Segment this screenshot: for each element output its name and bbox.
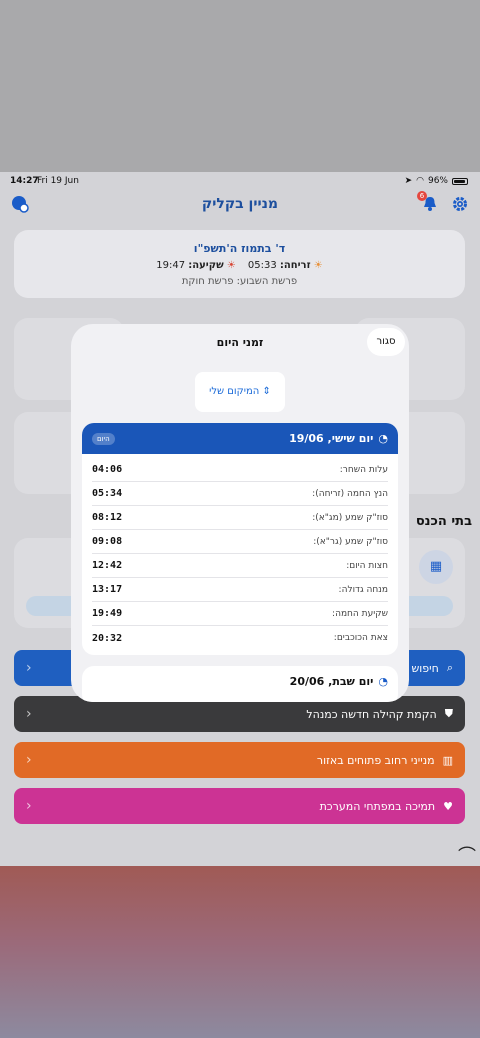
zman-name: חצות היום: [346, 560, 388, 571]
menu-label: חיפוש [411, 661, 439, 675]
notifications-button[interactable]: 6 [417, 191, 440, 214]
sunset-time: 19:47 [156, 260, 186, 271]
wifi-icon: ◠ [416, 176, 424, 186]
status-right: ➤ ◠ 96% [405, 176, 468, 186]
zman-time: 04:06 [92, 464, 123, 475]
map-icon: ▥ [442, 753, 453, 767]
dimmed-backdrop-top [0, 0, 480, 172]
battery-percent: 96% [427, 176, 448, 186]
location-selector[interactable]: המיקום שלי ⇕ [195, 372, 285, 412]
zman-name: שקיעת החמה: [332, 608, 388, 619]
zman-row: 09:08 סוז"ק שמע (גר"א): [92, 530, 388, 554]
chevron-left-icon: ‹ [26, 660, 32, 676]
sunrise-time: 05:33 [247, 260, 277, 271]
location-selector-label: המיקום שלי [209, 386, 260, 397]
scroll-indicator-icon: ⌒ [458, 846, 476, 867]
zman-time: 19:49 [92, 608, 123, 619]
zman-row: 08:12 סוז"ק שמע (מג"א): [92, 506, 388, 530]
menu-label: הקמת קהילה חדשה כמנהל [306, 707, 437, 721]
zman-row: 12:42 חצות היום: [92, 554, 388, 578]
zman-time: 13:17 [92, 584, 123, 595]
sunrise: ☀ זריחה: 05:33 [248, 260, 323, 271]
search-icon: ⌕ [446, 661, 453, 674]
close-button[interactable]: סגור [367, 328, 405, 356]
sunset: ☀ שקיעה: 19:47 [156, 260, 236, 271]
status-bar: 14:27 Fri 19 Jun ➤ ◠ 96% [0, 172, 480, 192]
menu-label: תמיכה במפתחי המערכת [319, 799, 436, 813]
synagogue-icon: ▦ [419, 550, 453, 584]
app-title: מניין בקליק [201, 196, 279, 212]
gear-icon [453, 197, 467, 211]
calendar-clock-icon: ◔ [378, 432, 388, 445]
status-time: 14:27 [10, 176, 39, 186]
menu-button-support-developers[interactable]: ♥ תמיכה במפתחי המערכת ‹ [14, 788, 465, 824]
today-badge: היום [92, 432, 115, 445]
menu-label: מנייני רחוב פתוחים באזור [316, 753, 435, 767]
chevron-left-icon: ‹ [26, 752, 32, 768]
zman-row: 20:32 צאת הכוכבים: [92, 626, 388, 650]
shield-icon: ⛊ [444, 707, 453, 720]
dimmed-backdrop-bottom [0, 866, 480, 1038]
today-times-card: היום ◔ יום שישי, 19/06 04:06 עלות השחר: 0… [82, 423, 398, 655]
hebrew-date-card: ד' בתמוז ה'תשפ"ו ☀ זריחה: 05:33 ☀ שקיעה:… [14, 230, 465, 298]
chevron-up-down-icon: ⇕ [262, 386, 271, 397]
sunrise-icon: ☀ [313, 260, 323, 271]
calendar-clock-icon: ◔ [378, 675, 388, 688]
zman-name: סוז"ק שמע (גר"א): [313, 536, 388, 547]
app-header: מניין בקליק 6 [0, 191, 480, 220]
heart-icon: ♥ [443, 799, 453, 813]
settings-button[interactable] [450, 194, 470, 214]
next-day-card[interactable]: ◔ יום שבת, 20/06 [82, 666, 398, 702]
zman-time: 09:08 [92, 536, 123, 547]
zman-time: 08:12 [92, 512, 123, 523]
zman-row: 19:49 שקיעת החמה: [92, 602, 388, 626]
location-arrow-icon: ➤ [404, 176, 413, 186]
today-title: יום שישי, 19/06 [289, 432, 374, 445]
sunset-label: שקיעה: [188, 260, 224, 271]
status-date: Fri 19 Jun [37, 176, 79, 186]
zman-name: צאת הכוכבים: [333, 633, 388, 643]
section-title: בתי הכנס [415, 514, 472, 529]
today-header: היום ◔ יום שישי, 19/06 [82, 423, 398, 454]
next-day-title: יום שבת, 20/06 [289, 675, 374, 688]
zman-row: 04:06 עלות השחר: [92, 458, 388, 482]
day-times-modal: זמני היום סגור המיקום שלי ⇕ היום ◔ יום ש… [71, 324, 409, 702]
sunrise-label: זריחה: [279, 260, 311, 271]
modal-title: זמני היום [216, 336, 264, 349]
zman-time: 12:42 [92, 560, 123, 571]
zman-row: 13:17 מנחה גדולה: [92, 578, 388, 602]
notification-badge: 6 [417, 191, 427, 201]
chevron-left-icon: ‹ [26, 798, 32, 814]
hebrew-date: ד' בתמוז ה'תשפ"ו [193, 242, 286, 255]
sun-times: ☀ זריחה: 05:33 ☀ שקיעה: 19:47 [14, 260, 465, 271]
sunset-icon: ☀ [226, 260, 236, 271]
battery-icon [452, 177, 468, 185]
zmanim-list: 04:06 עלות השחר: 05:34 הנץ החמה (זריחה): 0… [82, 454, 398, 650]
zman-name: סוז"ק שמע (מג"א): [312, 512, 388, 523]
weekly-parasha: פרשת השבוע: פרשת חוקת [181, 276, 298, 287]
chevron-left-icon: ‹ [26, 706, 32, 722]
zman-name: הנץ החמה (זריחה): [312, 488, 388, 499]
menu-button-street-minyans[interactable]: ▥ מנייני רחוב פתוחים באזור ‹ [14, 742, 465, 778]
zman-time: 20:32 [92, 632, 123, 644]
zman-name: עלות השחר: [339, 464, 388, 475]
zman-time: 05:34 [92, 488, 123, 499]
zman-row: 05:34 הנץ החמה (זריחה): [92, 482, 388, 506]
zman-name: מנחה גדולה: [338, 584, 388, 595]
